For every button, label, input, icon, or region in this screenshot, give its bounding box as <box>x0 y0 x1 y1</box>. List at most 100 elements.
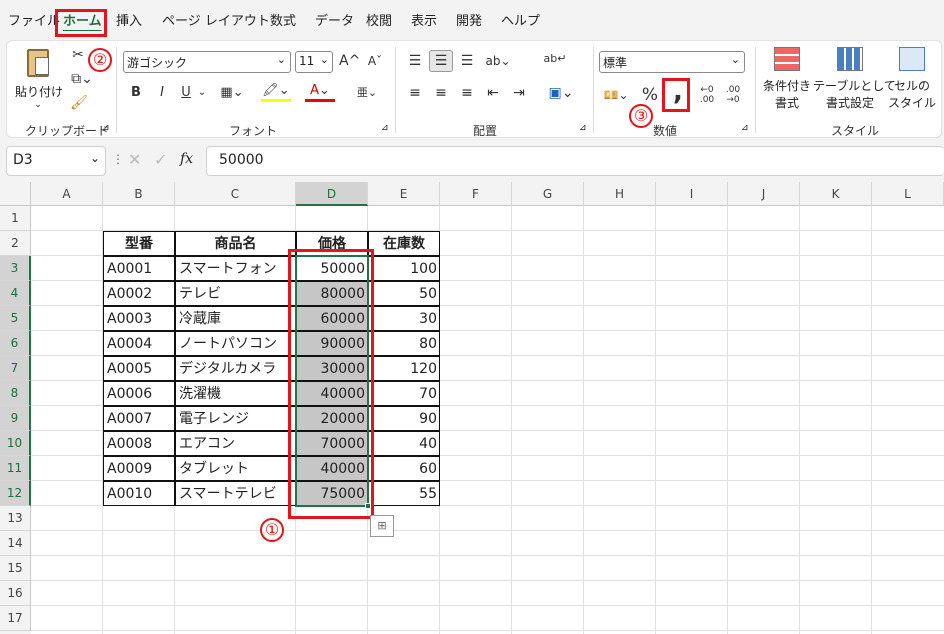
table-cell[interactable]: A0007 <box>103 406 175 431</box>
tab-7[interactable]: 表示 <box>411 0 437 40</box>
align-top-icon[interactable]: ☰ <box>405 51 425 71</box>
table-cell[interactable]: A0008 <box>103 431 175 456</box>
table-cell[interactable]: 60 <box>368 456 440 481</box>
col-header-E[interactable]: E <box>368 182 440 206</box>
font-size-select[interactable]: 11 ⌄ <box>295 51 333 73</box>
decrease-font-size-button[interactable]: Aˇ <box>365 51 385 71</box>
borders-icon[interactable]: ▦⌄ <box>217 83 247 103</box>
increase-font-size-button[interactable]: A^ <box>339 51 360 71</box>
insert-function-button[interactable]: fx <box>180 151 193 167</box>
fill-color-icon[interactable]: 🖍⌄ <box>261 83 291 102</box>
row-header-9[interactable]: 9 <box>0 406 31 431</box>
formula-more-icon[interactable]: ⋮ <box>112 152 124 166</box>
table-cell[interactable]: スマートテレビ <box>175 481 296 506</box>
col-header-G[interactable]: G <box>512 182 584 206</box>
col-header-K[interactable]: K <box>800 182 872 206</box>
align-center-icon[interactable]: ≡ <box>431 83 451 103</box>
chevron-down-icon[interactable]: ⌄ <box>197 83 207 103</box>
table-cell[interactable]: 冷蔵庫 <box>175 306 296 331</box>
table-cell[interactable]: タブレット <box>175 456 296 481</box>
copy-icon[interactable]: ⧉⌄ <box>67 69 97 89</box>
italic-button[interactable]: I <box>153 83 171 103</box>
table-cell[interactable]: ノートパソコン <box>175 331 296 356</box>
bold-button[interactable]: B <box>127 83 145 103</box>
align-bottom-icon[interactable]: ☰ <box>457 51 477 71</box>
format-painter-icon[interactable]: 🖌 <box>69 93 89 113</box>
formula-input[interactable]: 50000 <box>206 146 944 176</box>
paste-button[interactable]: 貼り付け ⌄ <box>15 47 63 113</box>
quick-analysis-icon[interactable]: ⊞ <box>370 515 394 537</box>
table-cell[interactable]: A0009 <box>103 456 175 481</box>
col-header-D[interactable]: D <box>296 182 368 206</box>
name-box[interactable]: D3 ⌄ <box>6 146 106 176</box>
currency-icon[interactable]: 💴⌄ <box>601 85 631 105</box>
col-header-F[interactable]: F <box>440 182 512 206</box>
table-cell[interactable]: A0010 <box>103 481 175 506</box>
table-cell[interactable]: 40 <box>368 431 440 456</box>
row-header-6[interactable]: 6 <box>0 331 31 356</box>
cancel-icon[interactable]: ✕ <box>128 150 141 169</box>
cut-icon[interactable]: ✂ <box>69 45 87 65</box>
row-header-14[interactable]: 14 <box>0 531 31 556</box>
decrease-decimal-icon[interactable]: .00 →0 <box>721 85 745 105</box>
table-cell[interactable]: 120 <box>368 356 440 381</box>
table-cell[interactable]: 電子レンジ <box>175 406 296 431</box>
table-header-cell[interactable]: 在庫数 <box>368 231 440 256</box>
row-header-4[interactable]: 4 <box>0 281 31 306</box>
col-header-H[interactable]: H <box>584 182 656 206</box>
font-color-icon[interactable]: A⌄ <box>305 83 335 102</box>
tab-6[interactable]: 校閲 <box>366 0 392 40</box>
phonetic-icon[interactable]: 亜⌄ <box>349 83 385 103</box>
row-header-15[interactable]: 15 <box>0 556 31 581</box>
table-cell[interactable]: A0005 <box>103 356 175 381</box>
conditional-format-button[interactable]: 条件付き 書式 <box>759 47 815 111</box>
col-header-J[interactable]: J <box>728 182 800 206</box>
align-left-icon[interactable]: ≡ <box>405 83 425 103</box>
wrap-text-icon[interactable]: ab↵ <box>543 49 567 69</box>
select-all-corner[interactable] <box>0 182 31 206</box>
align-right-icon[interactable]: ≡ <box>457 83 477 103</box>
merge-center-icon[interactable]: ▣⌄ <box>543 83 579 103</box>
table-cell[interactable]: 80 <box>368 331 440 356</box>
row-header-5[interactable]: 5 <box>0 306 31 331</box>
tab-9[interactable]: ヘルプ <box>501 0 540 40</box>
clipboard-launcher-icon[interactable]: ⊿ <box>102 123 110 133</box>
row-header-13[interactable]: 13 <box>0 506 31 531</box>
table-cell[interactable]: A0001 <box>103 256 175 281</box>
row-header-11[interactable]: 11 <box>0 456 31 481</box>
tab-4[interactable]: 数式 <box>270 0 296 40</box>
table-cell[interactable]: スマートフォン <box>175 256 296 281</box>
format-as-table-button[interactable]: テーブルとして 書式設定 <box>813 47 896 111</box>
col-header-I[interactable]: I <box>656 182 728 206</box>
col-header-A[interactable]: A <box>31 182 103 206</box>
enter-icon[interactable]: ✓ <box>154 150 167 169</box>
row-header-10[interactable]: 10 <box>0 431 31 456</box>
row-header-7[interactable]: 7 <box>0 356 31 381</box>
table-cell[interactable]: 100 <box>368 256 440 281</box>
tab-8[interactable]: 開発 <box>456 0 482 40</box>
align-middle-icon[interactable]: ☰ <box>429 50 453 72</box>
table-cell[interactable]: A0002 <box>103 281 175 306</box>
increase-indent-icon[interactable]: ⇥ <box>509 83 529 103</box>
number-launcher-icon[interactable]: ⊿ <box>741 123 749 133</box>
table-cell[interactable]: 洗濯機 <box>175 381 296 406</box>
alignment-launcher-icon[interactable]: ⊿ <box>579 123 587 133</box>
orientation-icon[interactable]: ab⌄ <box>483 51 513 71</box>
tab-0[interactable]: ファイル <box>8 0 60 40</box>
font-name-select[interactable]: 游ゴシック ⌄ <box>123 51 291 73</box>
table-cell[interactable]: エアコン <box>175 431 296 456</box>
row-header-8[interactable]: 8 <box>0 381 31 406</box>
number-format-select[interactable]: 標準 ⌄ <box>599 51 745 73</box>
row-header-2[interactable]: 2 <box>0 231 31 256</box>
table-header-cell[interactable]: 型番 <box>103 231 175 256</box>
row-header-17[interactable]: 17 <box>0 606 31 631</box>
table-cell[interactable]: 70 <box>368 381 440 406</box>
table-cell[interactable]: A0004 <box>103 331 175 356</box>
table-cell[interactable]: デジタルカメラ <box>175 356 296 381</box>
table-cell[interactable]: A0003 <box>103 306 175 331</box>
tab-2[interactable]: 挿入 <box>116 0 142 40</box>
table-header-cell[interactable]: 商品名 <box>175 231 296 256</box>
row-header-12[interactable]: 12 <box>0 481 31 506</box>
col-header-B[interactable]: B <box>103 182 175 206</box>
font-launcher-icon[interactable]: ⊿ <box>381 123 389 133</box>
